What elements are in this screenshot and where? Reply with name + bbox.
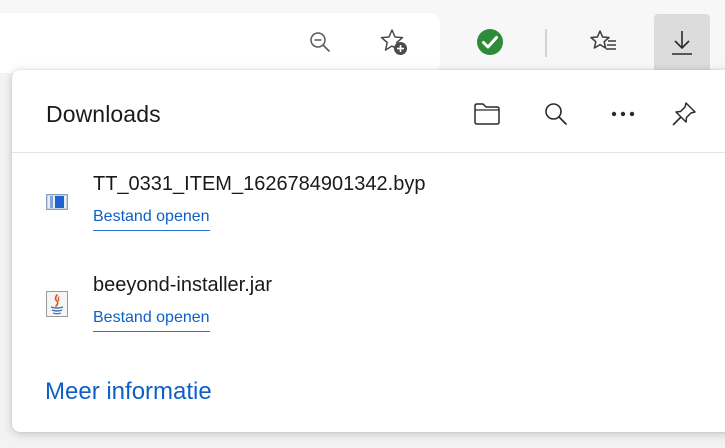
byp-file-icon bbox=[46, 192, 68, 216]
download-arrow-icon[interactable] bbox=[654, 14, 710, 72]
toolbar-divider bbox=[545, 29, 547, 57]
pin-icon[interactable] bbox=[664, 94, 704, 134]
open-file-link[interactable]: Bestand openen bbox=[93, 309, 210, 332]
green-check-icon[interactable] bbox=[472, 24, 508, 60]
java-jar-icon bbox=[46, 291, 68, 317]
zoom-out-icon[interactable] bbox=[302, 24, 338, 60]
file-name[interactable]: TT_0331_ITEM_1626784901342.byp bbox=[93, 173, 425, 196]
favorites-list-icon[interactable] bbox=[584, 22, 624, 62]
open-folder-icon[interactable] bbox=[467, 94, 507, 134]
downloads-panel: Downloads TT_0331_ITEM_1626784901342.byp… bbox=[12, 70, 725, 432]
panel-title: Downloads bbox=[46, 101, 161, 127]
download-item[interactable]: beeyond-installer.jar Bestand openen bbox=[12, 271, 712, 345]
search-icon[interactable] bbox=[536, 94, 576, 134]
browser-toolbar bbox=[0, 0, 725, 73]
file-name[interactable]: beeyond-installer.jar bbox=[93, 274, 272, 297]
download-item[interactable]: TT_0331_ITEM_1626784901342.byp Bestand o… bbox=[12, 170, 712, 244]
open-file-link[interactable]: Bestand openen bbox=[93, 208, 210, 231]
more-options-icon[interactable] bbox=[603, 94, 643, 134]
panel-divider bbox=[12, 152, 725, 153]
more-info-link[interactable]: Meer informatie bbox=[45, 378, 212, 406]
star-add-icon[interactable] bbox=[374, 22, 414, 62]
